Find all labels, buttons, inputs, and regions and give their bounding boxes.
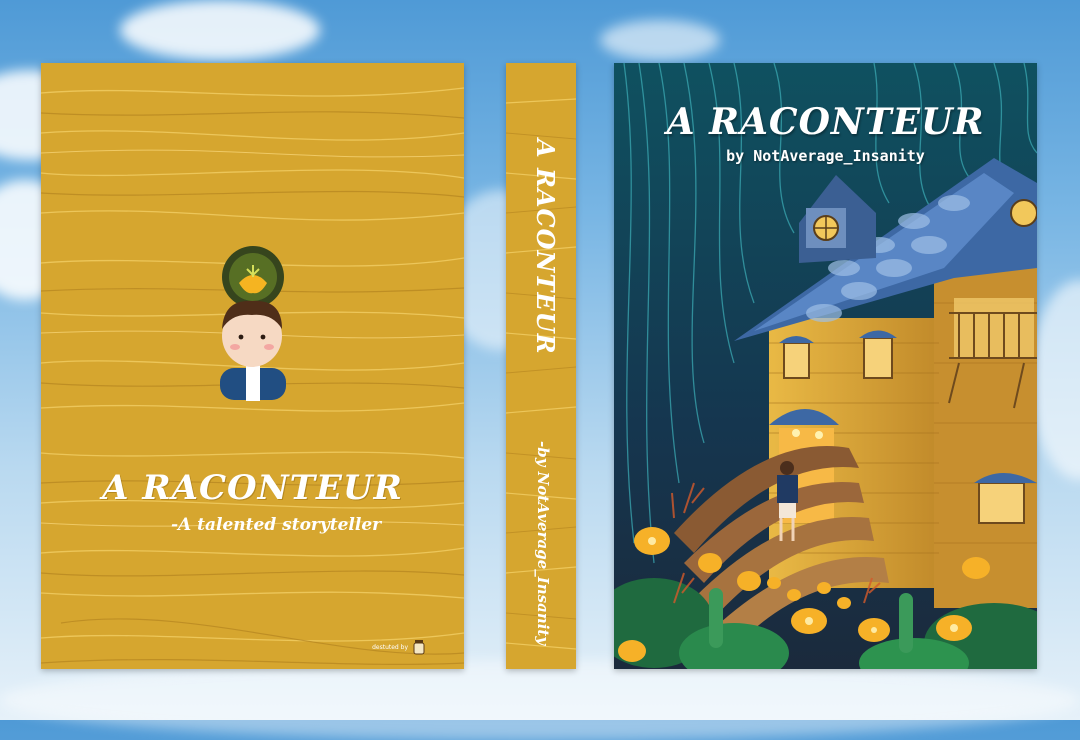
cloud	[600, 20, 720, 60]
jar-logo-icon	[413, 640, 425, 655]
cloud	[0, 660, 1080, 740]
back-cover: A RACONTEUR -A talented storyteller dest…	[41, 63, 464, 669]
credit-text: destuted by	[372, 643, 408, 651]
balcony	[954, 298, 1034, 358]
front-cover-author: by NotAverage_Insanity	[726, 147, 925, 165]
window	[978, 482, 1025, 524]
credit-mark: destuted by	[372, 639, 426, 655]
front-cover: A RACONTEUR by NotAverage_Insanity	[614, 63, 1037, 669]
back-cover-tagline: -A talented storyteller	[171, 515, 382, 535]
front-cover-title: A RACONTEUR	[666, 101, 985, 143]
cloud	[120, 0, 320, 60]
window	[863, 337, 893, 379]
spine-title: A RACONTEUR	[531, 139, 560, 355]
spine-author: -by NotAverage_Insanity	[534, 441, 552, 646]
storyteller-avatar	[220, 246, 286, 401]
cloud	[1030, 280, 1080, 480]
back-cover-title: A RACONTEUR	[102, 468, 403, 508]
book-spine: A RACONTEUR -by NotAverage_Insanity	[506, 63, 576, 669]
window	[783, 342, 810, 379]
